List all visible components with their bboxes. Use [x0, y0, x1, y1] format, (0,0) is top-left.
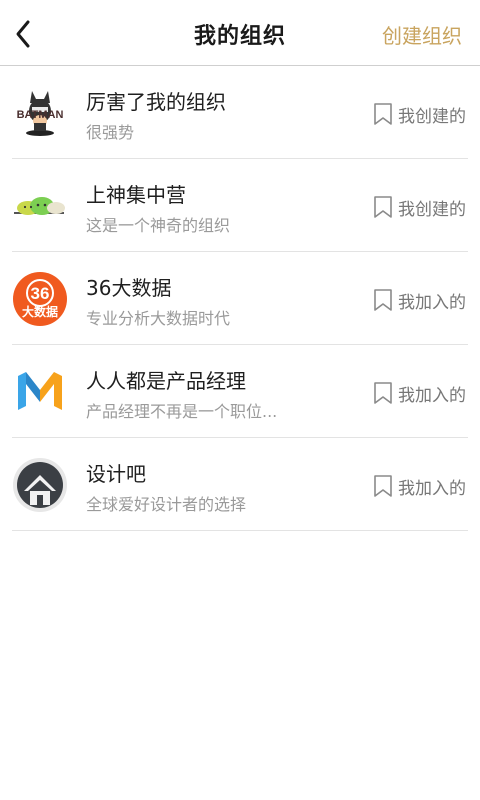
organization-list: BATMAN 厉害了我的组织 很强势 我创建的 上神集中营 这是一个神奇的组织 … — [0, 66, 480, 531]
organization-item[interactable]: 人人都是产品经理 产品经理不再是一个职位... 我加入的 — [12, 345, 468, 438]
organization-item[interactable]: 上神集中营 这是一个神奇的组织 我创建的 — [12, 159, 468, 252]
relation-label: 我创建的 — [398, 199, 466, 220]
svg-text:BATMAN: BATMAN — [17, 109, 64, 121]
house-logo-icon — [12, 457, 68, 513]
36-big-data-logo-icon: 36 大数据 — [12, 271, 68, 327]
bookmark-icon — [372, 474, 394, 498]
bookmark-icon — [372, 195, 394, 219]
bookmark-icon — [372, 102, 394, 126]
organization-name: 人人都是产品经理 — [86, 369, 246, 393]
relation-tag: 我创建的 — [372, 194, 466, 220]
organization-description: 专业分析大数据时代 — [86, 309, 231, 328]
svg-text:大数据: 大数据 — [22, 304, 58, 319]
organization-description: 产品经理不再是一个职位... — [86, 402, 278, 421]
relation-tag: 我加入的 — [372, 287, 466, 313]
relation-label: 我加入的 — [398, 385, 466, 406]
relation-label: 我加入的 — [398, 292, 466, 313]
organization-item[interactable]: 36 大数据 36大数据 专业分析大数据时代 我加入的 — [12, 252, 468, 345]
organization-description: 这是一个神奇的组织 — [86, 216, 231, 235]
batman-logo-icon: BATMAN — [12, 85, 68, 141]
organization-name: 厉害了我的组织 — [86, 90, 226, 114]
organization-item[interactable]: 设计吧 全球爱好设计者的选择 我加入的 — [12, 438, 468, 531]
organization-description: 很强势 — [86, 123, 135, 142]
relation-label: 我加入的 — [398, 478, 466, 499]
organization-item[interactable]: BATMAN 厉害了我的组织 很强势 我创建的 — [12, 66, 468, 159]
relation-tag: 我创建的 — [372, 101, 466, 127]
nav-bar: 我的组织 创建组织 — [0, 0, 480, 66]
relation-label: 我创建的 — [398, 106, 466, 127]
svg-text:36: 36 — [31, 284, 50, 303]
create-organization-button[interactable]: 创建组织 — [382, 20, 462, 49]
relation-tag: 我加入的 — [372, 380, 466, 406]
bookmark-icon — [372, 381, 394, 405]
organization-name: 设计吧 — [86, 462, 146, 486]
organization-description: 全球爱好设计者的选择 — [86, 495, 247, 514]
m-letter-logo-icon — [12, 364, 68, 420]
relation-tag: 我加入的 — [372, 473, 466, 499]
bookmark-icon — [372, 288, 394, 312]
cloud-characters-logo-icon — [12, 178, 68, 234]
organization-name: 上神集中营 — [86, 183, 186, 207]
organization-name: 36大数据 — [86, 276, 172, 300]
